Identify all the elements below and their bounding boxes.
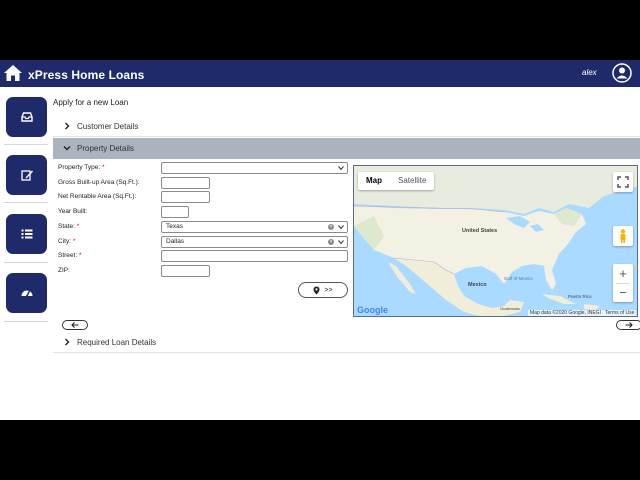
section-customer-details[interactable]: Customer Details — [53, 116, 640, 137]
map-label-gulf-of-mexico: Gulf of Mexico — [504, 276, 533, 281]
top-bar: xPress Home Loans alex — [0, 60, 640, 87]
app-window: xPress Home Loans alex Apply for a new L… — [0, 60, 640, 420]
property-type-select[interactable] — [161, 162, 348, 174]
state-select[interactable]: Texas × — [161, 221, 348, 233]
zoom-out-button[interactable]: − — [613, 284, 633, 302]
sidebar-divider — [4, 144, 48, 145]
zoom-in-button[interactable]: + — [613, 264, 633, 283]
list-icon — [21, 229, 32, 239]
user-account-icon[interactable] — [612, 63, 632, 83]
city-value: Dallas — [166, 238, 185, 245]
section-label: Property Details — [77, 144, 134, 153]
zip-label: ZIP: — [58, 267, 70, 274]
google-logo: Google — [357, 305, 388, 315]
pegman-icon — [620, 229, 626, 243]
chevron-down-icon — [338, 225, 344, 230]
sidebar-item-inbox[interactable] — [6, 97, 47, 137]
chevron-down-icon — [63, 146, 71, 151]
street-input[interactable] — [161, 250, 348, 262]
state-value: Texas — [166, 223, 183, 230]
map-type-satellite[interactable]: Satellite — [390, 172, 434, 190]
map-type-map[interactable]: Map — [358, 172, 390, 190]
edit-icon — [20, 170, 33, 181]
map-label-puerto-rico: Puerto Rico — [568, 294, 592, 299]
fullscreen-icon — [617, 176, 629, 188]
chevron-right-icon — [65, 122, 70, 130]
map-attribution: Map data ©2020 Google, INEGI — [528, 310, 603, 316]
chevron-down-icon — [338, 166, 344, 171]
clear-icon[interactable]: × — [328, 224, 334, 230]
sidebar-item-dashboard[interactable] — [6, 273, 47, 313]
inbox-icon — [20, 112, 33, 122]
sidebar-item-list[interactable] — [6, 214, 47, 254]
map-terms-link[interactable]: Terms of Use — [603, 310, 637, 316]
net-area-label: Net Rentable Area (Sq.Ft.): — [58, 193, 137, 200]
year-built-label: Year Built: — [58, 208, 88, 215]
chevron-right-icon — [65, 338, 70, 346]
arrow-right-icon — [625, 322, 633, 328]
sidebar-divider — [4, 202, 48, 203]
map-label-guatemala: Guatemala — [500, 306, 520, 311]
section-required-loan-details[interactable]: Required Loan Details — [53, 332, 640, 353]
section-label: Required Loan Details — [77, 338, 157, 347]
street-label: Street: * — [58, 252, 82, 259]
map-type-toggle: Map Satellite — [358, 172, 435, 190]
city-select[interactable]: Dallas × — [161, 236, 348, 248]
username: alex — [582, 68, 597, 77]
map-pin-icon — [313, 286, 320, 294]
zip-input[interactable] — [161, 265, 210, 277]
state-label: State: * — [58, 223, 80, 230]
home-icon[interactable] — [3, 64, 23, 82]
locate-address-button[interactable]: >> — [298, 282, 348, 298]
street-view-button[interactable] — [613, 226, 633, 246]
arrow-left-icon — [71, 322, 79, 328]
app-title: xPress Home Loans — [28, 68, 145, 82]
page-title: Apply for a new Loan — [53, 98, 129, 107]
map-view[interactable]: Map Satellite + − United States Mexico G… — [353, 165, 638, 317]
sidebar-divider — [4, 262, 48, 263]
net-area-input[interactable] — [161, 191, 210, 203]
chevron-down-icon — [338, 240, 344, 245]
map-label-united-states: United States — [462, 228, 498, 234]
sidebar-item-edit[interactable] — [6, 155, 47, 195]
locate-button-label: >> — [324, 286, 333, 294]
year-built-input[interactable] — [161, 206, 189, 218]
dashboard-icon — [21, 290, 32, 298]
property-type-label: Property Type: * — [58, 164, 105, 171]
gross-area-input[interactable] — [161, 177, 210, 189]
sidebar-divider — [4, 321, 48, 322]
previous-button[interactable] — [62, 320, 88, 330]
fullscreen-button[interactable] — [613, 172, 633, 192]
map-label-mexico: Mexico — [468, 282, 487, 288]
section-property-details[interactable]: Property Details — [53, 138, 640, 159]
screen: xPress Home Loans alex Apply for a new L… — [0, 0, 640, 480]
next-button[interactable] — [616, 320, 640, 330]
clear-icon[interactable]: × — [328, 239, 334, 245]
zoom-controls: + − — [613, 264, 633, 302]
sidebar — [0, 87, 52, 420]
city-label: City: * — [58, 238, 76, 245]
gross-area-label: Gross Built-up Area (Sq.Ft.): — [58, 179, 140, 186]
section-label: Customer Details — [77, 122, 139, 131]
